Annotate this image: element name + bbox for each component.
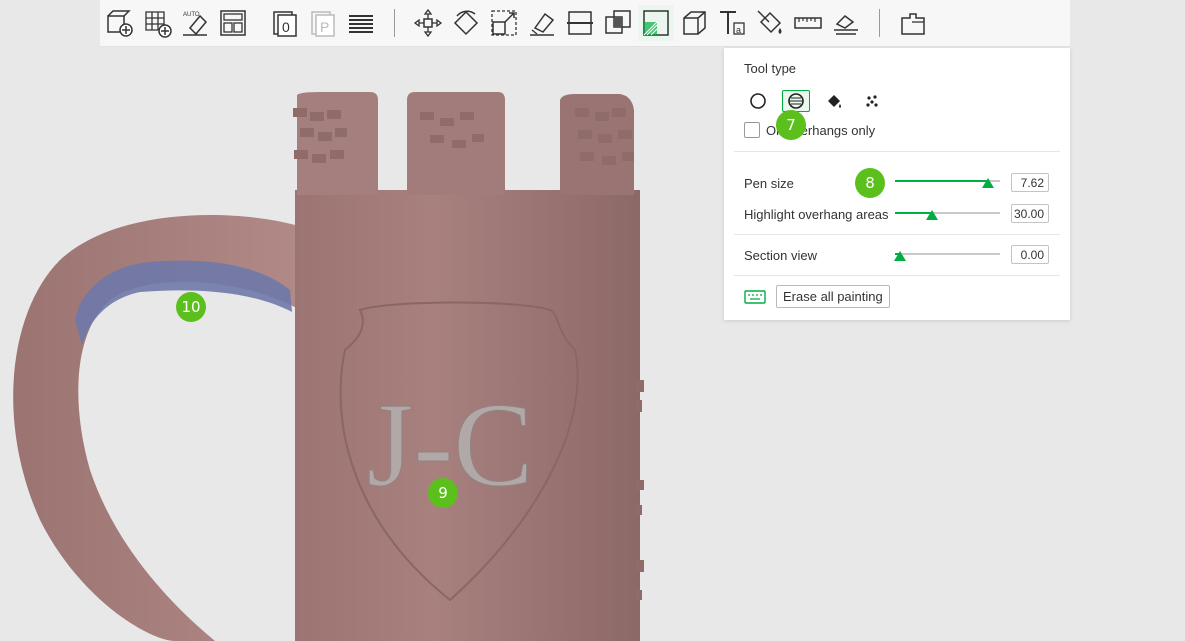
- layer-0-icon[interactable]: 0: [267, 5, 303, 41]
- overhangs-only-checkbox[interactable]: [744, 122, 760, 138]
- highlight-overhang-thumb[interactable]: [925, 210, 938, 220]
- divider-2: [734, 234, 1060, 235]
- arrange-icon[interactable]: [215, 5, 251, 41]
- svg-text:a: a: [736, 25, 741, 35]
- step-badge-8: 8: [855, 168, 885, 198]
- measure-cube-icon[interactable]: [676, 5, 712, 41]
- highlight-overhang-input[interactable]: 30.00: [1011, 204, 1049, 223]
- scale-icon[interactable]: [486, 5, 522, 41]
- split-parts-icon[interactable]: [895, 5, 931, 41]
- erase-all-painting-button[interactable]: Erase all painting: [776, 285, 890, 308]
- color-paint-icon[interactable]: [752, 5, 788, 41]
- step-badge-7: 7: [776, 110, 806, 140]
- step-badge-9: 9: [428, 478, 458, 508]
- highlight-overhang-slider[interactable]: [895, 210, 1000, 220]
- support-paint-icon[interactable]: [638, 5, 674, 41]
- top-toolbar: AUTO 0 P a: [100, 0, 1070, 47]
- pen-size-slider[interactable]: [895, 178, 1000, 188]
- step-badge-10: 10: [176, 292, 206, 322]
- svg-text:0: 0: [282, 19, 290, 35]
- highlight-overhang-label: Highlight overhang areas: [744, 207, 889, 222]
- add-plate-icon[interactable]: [101, 5, 137, 41]
- pen-size-input[interactable]: 7.62: [1011, 173, 1049, 192]
- keyboard-icon[interactable]: [744, 289, 766, 304]
- text-tool-icon[interactable]: a: [714, 5, 750, 41]
- paint-support-panel: Tool type On overhangs only Pen size 7.6…: [724, 48, 1070, 320]
- ruler-icon[interactable]: [790, 5, 826, 41]
- layers-list-icon[interactable]: [343, 5, 379, 41]
- battlement-left: [297, 92, 378, 195]
- fill-bucket-icon: [828, 95, 841, 108]
- sphere-tool-button[interactable]: [782, 90, 810, 112]
- circle-icon: [750, 93, 766, 109]
- overhangs-only-option[interactable]: On overhangs only: [744, 122, 875, 138]
- erase-row: Erase all painting: [744, 285, 890, 308]
- auto-orient-icon[interactable]: AUTO: [177, 5, 213, 41]
- layer-p-icon[interactable]: P: [305, 5, 341, 41]
- sphere-icon: [788, 93, 804, 109]
- grid-arrange-icon[interactable]: [139, 5, 175, 41]
- cut-icon[interactable]: [562, 5, 598, 41]
- tool-type-label: Tool type: [744, 61, 797, 76]
- section-view-thumb[interactable]: [894, 251, 907, 261]
- pen-size-label: Pen size: [744, 176, 794, 191]
- section-view-slider[interactable]: [894, 251, 1000, 261]
- svg-text:AUTO: AUTO: [183, 12, 200, 18]
- divider-3: [734, 275, 1060, 276]
- svg-text:P: P: [320, 19, 329, 35]
- section-view-input[interactable]: 0.00: [1011, 245, 1049, 264]
- move-icon[interactable]: [410, 5, 446, 41]
- tool-type-group: [744, 90, 886, 112]
- pen-size-thumb[interactable]: [982, 178, 995, 188]
- divider: [734, 151, 1060, 152]
- toolbar-separator: [394, 9, 395, 37]
- section-view-label: Section view: [744, 248, 817, 263]
- pen-size-fill: [895, 180, 989, 182]
- assembly-icon[interactable]: [828, 5, 864, 41]
- gap-fill-tool-button[interactable]: [858, 90, 886, 112]
- gap-fill-icon: [866, 95, 878, 107]
- boolean-icon[interactable]: [600, 5, 636, 41]
- circle-tool-button[interactable]: [744, 90, 772, 112]
- toolbar-separator-2: [879, 9, 880, 37]
- rotate-icon[interactable]: [448, 5, 484, 41]
- fill-tool-button[interactable]: [820, 90, 848, 112]
- lay-on-face-icon[interactable]: [524, 5, 560, 41]
